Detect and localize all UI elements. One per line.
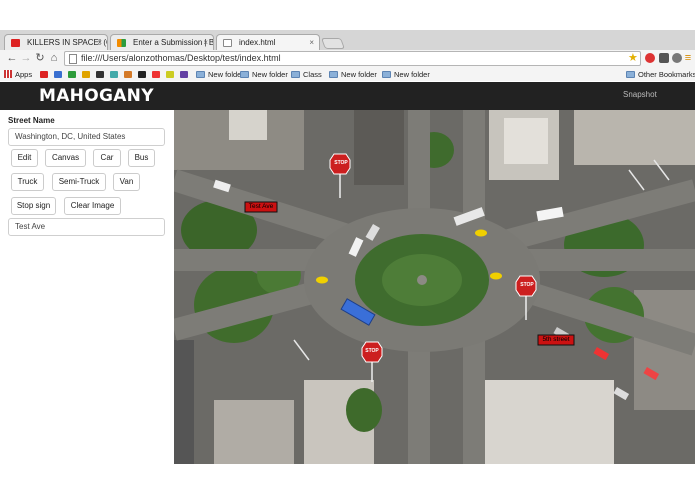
extension-icon[interactable] — [659, 53, 669, 63]
bookmark-icon[interactable] — [82, 71, 90, 78]
bookmark-label: Apps — [15, 70, 33, 79]
stop-sign-button[interactable]: Stop sign — [11, 197, 56, 215]
screen: KILLERS IN SPACE! (GMod × Enter a Submis… — [0, 0, 695, 494]
sidebar: Street Name Washington, DC, United State… — [0, 110, 174, 464]
apps-grid-icon — [4, 70, 12, 78]
browser-chrome: KILLERS IN SPACE! (GMod × Enter a Submis… — [0, 30, 695, 81]
folder-icon — [382, 71, 391, 78]
folder-icon — [626, 71, 635, 78]
bookmarks-bar: Apps New folder New folder Class New fol… — [0, 68, 695, 81]
bookmark-label: New folder — [208, 70, 244, 79]
truck-button[interactable]: Truck — [11, 173, 44, 191]
brand-logo[interactable]: MAHOGANY — [39, 86, 154, 106]
back-arrow-icon[interactable]: ← — [6, 52, 18, 64]
car-button[interactable]: Car — [93, 149, 121, 167]
close-icon[interactable]: × — [203, 35, 208, 50]
adblock-icon[interactable] — [645, 53, 655, 63]
bookmark-apps[interactable]: Apps — [4, 68, 32, 81]
street-label-5th-street[interactable]: 5th street — [538, 335, 574, 345]
bookmark-icon[interactable] — [152, 71, 160, 78]
forward-arrow-icon[interactable]: → — [20, 52, 32, 64]
tab-killers[interactable]: KILLERS IN SPACE! (GMod × — [4, 34, 108, 50]
site-favicon-icon — [117, 39, 126, 47]
bookmark-folder[interactable]: New folder — [196, 68, 244, 81]
bookmark-folder[interactable]: New folder — [382, 68, 430, 81]
bookmark-folder[interactable]: Class — [291, 68, 322, 81]
bookmark-label: Class — [303, 70, 322, 79]
browser-toolbar: ← → ↻ ⌂ file:///Users/alonzothomas/Deskt… — [0, 50, 695, 68]
van-button[interactable]: Van — [113, 173, 140, 191]
bookmark-label: Other Bookmarks — [638, 70, 695, 79]
page-bottom — [0, 464, 695, 494]
bookmark-icon[interactable] — [138, 71, 146, 78]
address-bar[interactable]: file:///Users/alonzothomas/Desktop/test/… — [64, 51, 641, 66]
close-icon[interactable]: × — [309, 35, 314, 50]
map-canvas[interactable]: STOP STOP STOP Test Ave 5th street — [174, 110, 695, 464]
canvas-button[interactable]: Canvas — [45, 149, 86, 167]
aerial-map — [174, 110, 695, 464]
app-navbar: MAHOGANY Snapshot — [0, 82, 695, 110]
bookmark-icon[interactable] — [166, 71, 174, 78]
bookmark-icon[interactable] — [68, 71, 76, 78]
stop-sign-label: STOP — [365, 348, 379, 354]
bookmark-icon[interactable] — [110, 71, 118, 78]
bookmark-folder[interactable]: New folder — [240, 68, 288, 81]
url-text: file:///Users/alonzothomas/Desktop/test/… — [81, 53, 281, 63]
other-bookmarks[interactable]: Other Bookmarks — [626, 68, 695, 81]
new-tab-button[interactable] — [320, 38, 346, 49]
youtube-icon — [11, 39, 20, 47]
folder-icon — [196, 71, 205, 78]
youtube-icon[interactable] — [40, 71, 48, 78]
stop-sign-label: STOP — [520, 282, 534, 288]
document-icon — [223, 39, 232, 47]
bookmark-folder[interactable]: New folder — [329, 68, 377, 81]
clear-image-button[interactable]: Clear Image — [64, 197, 121, 215]
tab-label: KILLERS IN SPACE! (GMod — [27, 38, 107, 47]
bookmark-star-icon[interactable]: ★ — [628, 52, 638, 64]
folder-icon — [329, 71, 338, 78]
snapshot-link[interactable]: Snapshot — [623, 90, 657, 99]
menu-icon[interactable]: ≡ — [682, 52, 694, 64]
location-input[interactable]: Washington, DC, United States — [8, 128, 165, 146]
bookmark-icon[interactable] — [124, 71, 132, 78]
semi-truck-button[interactable]: Semi-Truck — [52, 173, 106, 191]
home-icon[interactable]: ⌂ — [48, 52, 60, 64]
tab-label: index.html — [239, 38, 276, 47]
folder-icon — [291, 71, 300, 78]
reload-icon[interactable]: ↻ — [34, 52, 46, 64]
tab-index[interactable]: index.html × — [216, 34, 320, 50]
twitch-icon[interactable] — [180, 71, 188, 78]
edit-button[interactable]: Edit — [11, 149, 38, 167]
street-input[interactable]: Test Ave — [8, 218, 165, 236]
bus-button[interactable]: Bus — [128, 149, 155, 167]
bookmark-icon[interactable] — [54, 71, 62, 78]
stop-sign-label: STOP — [334, 160, 348, 166]
page-icon — [69, 54, 77, 64]
bookmark-label: New folder — [252, 70, 288, 79]
bookmark-label: New folder — [341, 70, 377, 79]
tab-label: Enter a Submission | Boile — [133, 38, 214, 47]
folder-icon — [240, 71, 249, 78]
extension-icon[interactable] — [672, 53, 682, 63]
tab-strip: KILLERS IN SPACE! (GMod × Enter a Submis… — [0, 30, 695, 50]
bookmark-label: New folder — [394, 70, 430, 79]
tab-submission[interactable]: Enter a Submission | Boile × — [110, 34, 214, 50]
bookmark-icon[interactable] — [96, 71, 104, 78]
street-label-test-ave[interactable]: Test Ave — [245, 202, 277, 212]
close-icon[interactable]: × — [97, 35, 102, 50]
street-name-label: Street Name — [8, 116, 55, 125]
